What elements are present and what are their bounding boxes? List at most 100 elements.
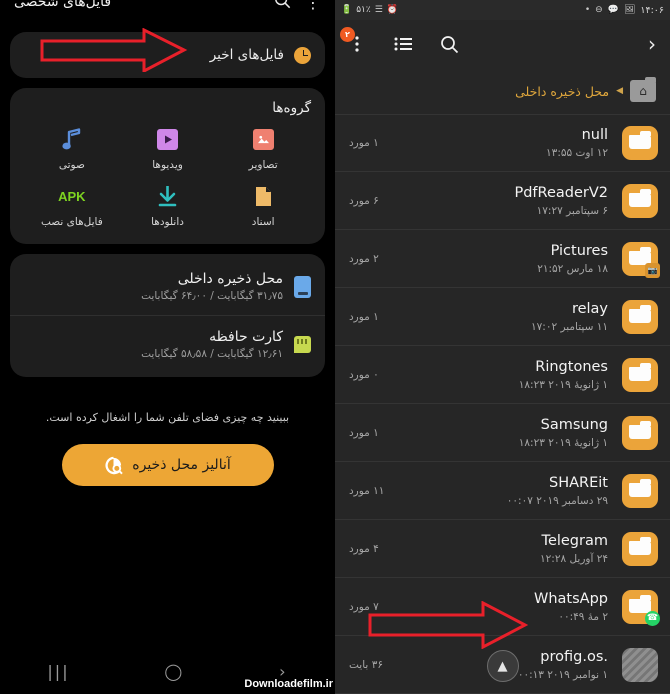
status-bar-left: 🔋 ۵۱٪ ☰ ⏰ xyxy=(341,5,398,15)
left-toolbar-icons: ۲ xyxy=(340,27,461,56)
analyze-note: ببینید چه چیزی فضای تلفن شما را اشغال کر… xyxy=(45,411,290,424)
file-name: Pictures xyxy=(550,242,608,259)
right-my-files-panel: ⋮ فایل‌های شخصی فایل‌های اخیر گروه‌ها تص… xyxy=(0,0,335,694)
image-badge-icon: 📷 xyxy=(645,262,660,278)
file-name: SHAREit xyxy=(549,474,608,491)
storage-name: محل ذخیره داخلی xyxy=(177,271,283,287)
table-row[interactable]: Telegram ۲۴ آوریل ۱۲:۲۸ ۴ مورد xyxy=(335,520,670,578)
storage-detail: ۳۱٫۷۵ گیگابایت / ۶۴٫۰۰ گیگابایت xyxy=(141,290,283,302)
file-date: ۲۴ آوریل ۱۲:۲۸ xyxy=(540,552,608,565)
file-name: Ringtones xyxy=(535,358,608,375)
file-row-text: SHAREit ۲۹ دسامبر ۲۰۱۹ ۰۰:۰۷ xyxy=(392,475,610,507)
file-row-text: null ۱۲ اوت ۱۳:۵۵ xyxy=(387,127,610,159)
table-row[interactable]: ☎ WhatsApp ۲ مهٔ ۰۰:۴۹ ۷ مورد xyxy=(335,578,670,636)
table-row[interactable]: PdfReaderV2 ۶ سپتامبر ۱۷:۲۷ ۶ مورد xyxy=(335,172,670,230)
category-audio[interactable]: صوتی xyxy=(24,126,120,171)
category-image[interactable]: تصاویر xyxy=(215,126,311,171)
folder-icon xyxy=(622,126,658,160)
audio-category-icon xyxy=(62,126,82,152)
file-count: ۰ مورد xyxy=(349,368,379,381)
file-date: ۱۸ مارس ۲۱:۵۲ xyxy=(537,262,608,275)
file-date: ۱ ژانویهٔ ۲۰۱۹ ۱۸:۲۳ xyxy=(518,436,608,449)
storage-text: کارت حافظه ۱۲٫۶۱ گیگابایت / ۵۸٫۵۸ گیگابای… xyxy=(24,329,283,360)
file-row-text: Ringtones ۱ ژانویهٔ ۲۰۱۹ ۱۸:۲۳ xyxy=(387,359,610,391)
sd-card-icon xyxy=(294,336,311,353)
category-download[interactable]: دانلودها xyxy=(120,183,216,228)
document-category-icon xyxy=(255,183,272,209)
file-count: ۱ مورد xyxy=(349,137,379,149)
category-label: دانلودها xyxy=(151,216,184,228)
page-title: فایل‌های شخصی xyxy=(14,0,112,10)
mute-icon: ⊖ xyxy=(595,4,603,15)
storage-row[interactable]: محل ذخیره داخلی ۳۱٫۷۵ گیگابایت / ۶۴٫۰۰ گی… xyxy=(10,258,325,315)
home-nav-icon[interactable]: ◯ xyxy=(164,662,184,681)
breadcrumb: ⌂ ◀ محل ذخیره داخلی xyxy=(335,68,670,114)
right-header-icons: ⋮ xyxy=(274,0,321,13)
analyze-section: ببینید چه چیزی فضای تلفن شما را اشغال کر… xyxy=(0,387,335,486)
file-date: ۶ سپتامبر ۱۷:۲۷ xyxy=(536,204,608,217)
file-date: ۲ مهٔ ۰۰:۴۹ xyxy=(558,610,608,623)
storage-text: محل ذخیره داخلی ۳۱٫۷۵ گیگابایت / ۶۴٫۰۰ گی… xyxy=(24,271,283,302)
storage-detail: ۱۲٫۶۱ گیگابایت / ۵۸٫۵۸ گیگابایت xyxy=(141,348,283,360)
battery-percent-label: ۵۱٪ xyxy=(356,5,371,15)
home-folder-icon[interactable]: ⌂ xyxy=(630,77,656,102)
more-vertical-icon[interactable]: ⋮ xyxy=(305,0,321,12)
file-row-text: Samsung ۱ ژانویهٔ ۲۰۱۹ ۱۸:۲۳ xyxy=(387,417,610,449)
apk-label: APK xyxy=(58,188,86,204)
status-bar: 🔋 ۵۱٪ ☰ ⏰ • ⊖ 💬 🖼 ۱۴:۰۶ xyxy=(335,0,670,20)
file-row-text: Pictures ۱۸ مارس ۲۱:۵۲ xyxy=(387,243,610,275)
table-row[interactable]: null ۱۲ اوت ۱۳:۵۵ ۱ مورد xyxy=(335,114,670,172)
file-name: WhatsApp xyxy=(534,590,608,607)
right-header: ⋮ فایل‌های شخصی xyxy=(0,0,335,28)
whatsapp-badge-icon: ☎ xyxy=(645,610,660,626)
folder-icon: ☎ xyxy=(622,589,660,626)
storage-row[interactable]: کارت حافظه ۱۲٫۶۱ گیگابایت / ۵۸٫۵۸ گیگابای… xyxy=(10,315,325,373)
list-view-icon[interactable] xyxy=(391,32,415,56)
folder-icon xyxy=(622,183,658,218)
file-name: Samsung xyxy=(540,416,608,433)
left-toolbar: ۲ › xyxy=(335,20,670,68)
breadcrumb-path[interactable]: محل ذخیره داخلی xyxy=(515,84,609,99)
screenshot-root: 🔋 ۵۱٪ ☰ ⏰ • ⊖ 💬 🖼 ۱۴:۰۶ ۲ › ⌂ ◀ محل ذخیر… xyxy=(0,0,670,694)
file-count: ۴ مورد xyxy=(349,542,379,555)
file-list: null ۱۲ اوت ۱۳:۵۵ ۱ مورد PdfReaderV2 ۶ سپتام… xyxy=(335,114,670,694)
storage-analysis-icon xyxy=(104,456,123,475)
folder-icon xyxy=(622,415,658,450)
gallery-icon: 🖼 xyxy=(623,4,636,15)
table-row[interactable]: 📷 Pictures ۱۸ مارس ۲۱:۵۲ ۲ مورد xyxy=(335,230,670,288)
chevron-right-icon[interactable]: › xyxy=(648,32,656,56)
file-row-text: Telegram ۲۴ آوریل ۱۲:۲۸ xyxy=(387,533,610,565)
file-count: ۲ مورد xyxy=(349,252,379,265)
table-row[interactable]: Samsung ۱ ژانویهٔ ۲۰۱۹ ۱۸:۲۳ ۱ مورد xyxy=(335,404,670,462)
search-icon[interactable] xyxy=(274,0,291,13)
left-file-browser-panel: 🔋 ۵۱٪ ☰ ⏰ • ⊖ 💬 🖼 ۱۴:۰۶ ۲ › ⌂ ◀ محل ذخیر… xyxy=(335,0,670,694)
recents-nav-icon[interactable]: ||| xyxy=(47,662,69,681)
search-icon[interactable] xyxy=(437,32,461,56)
more-vertical-icon[interactable]: ۲ xyxy=(340,27,369,56)
category-video[interactable]: ویدیوها xyxy=(120,126,216,171)
groups-card: گروه‌ها تصاویر ویدیوها صوتی اسناد دانلودها AP… xyxy=(10,88,325,244)
analyze-storage-button[interactable]: آنالیز محل ذخیره xyxy=(61,444,274,486)
category-document[interactable]: اسناد xyxy=(215,183,311,228)
table-row[interactable]: relay ۱۱ سپتامبر ۱۷:۰۲ ۱ مورد xyxy=(335,288,670,346)
download-category-icon xyxy=(157,183,178,209)
file-count: ۱ مورد xyxy=(349,310,379,323)
folder-icon: 📷 xyxy=(622,241,660,278)
table-row[interactable]: SHAREit ۲۹ دسامبر ۲۰۱۹ ۰۰:۰۷ ۱۱ مورد xyxy=(335,462,670,520)
category-apk[interactable]: APK فایل‌های نصب xyxy=(24,183,120,229)
recent-clock-icon xyxy=(294,46,311,64)
overflow-badge: ۲ xyxy=(340,27,355,42)
file-row-text: relay ۱۱ سپتامبر ۱۷:۰۲ xyxy=(387,301,610,333)
category-label: فایل‌های نصب xyxy=(40,216,103,228)
alarm-icon: ⏰ xyxy=(386,4,399,15)
status-bar-clock: ۱۴:۰۶ xyxy=(640,4,664,16)
table-row[interactable]: Ringtones ۱ ژانویهٔ ۲۰۱۹ ۱۸:۲۳ ۰ مورد xyxy=(335,346,670,404)
file-count: ۶ مورد xyxy=(349,194,379,207)
scroll-to-top-icon[interactable]: ▲ xyxy=(486,650,519,682)
file-count: ۱۱ مورد xyxy=(349,484,385,497)
file-name: Telegram xyxy=(541,532,608,549)
file-count: ۳۶ بایت xyxy=(349,658,383,671)
file-count: ۷ مورد xyxy=(349,600,379,613)
apk-category-icon: APK xyxy=(58,183,85,209)
recent-files-card[interactable]: فایل‌های اخیر xyxy=(10,32,325,78)
